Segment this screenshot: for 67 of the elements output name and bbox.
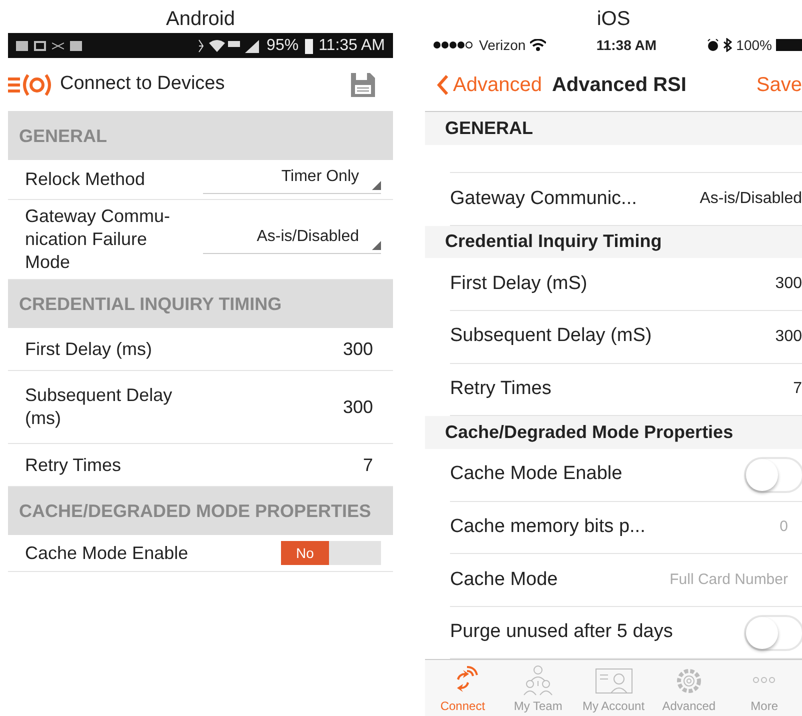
setting-label: Relock Method (25, 168, 146, 191)
battery-level: 100% (736, 36, 772, 55)
section-header: Credential Inquiry Timing (425, 226, 802, 258)
setting-value: 7 (362, 454, 373, 476)
setting-label: Subsequent Delay (ms) (25, 384, 174, 430)
setting-label: Subsequent Delay (mS) (450, 324, 652, 348)
setting-value: 300 (775, 274, 802, 294)
section-header: CREDENTIAL INQUIRY TIMING (8, 280, 393, 328)
bluetooth-icon (723, 38, 732, 52)
save-link[interactable]: Save (756, 70, 802, 100)
dropdown-arrow-icon (372, 241, 381, 250)
setting-value: 7 (793, 379, 802, 400)
dropdown-field[interactable]: Timer Only (203, 165, 381, 194)
tab-item[interactable]: Advanced (651, 660, 727, 716)
signal-dots-icon (433, 41, 475, 50)
setting-label: Gateway Commu-nication Failure Mode (25, 205, 172, 274)
setting-value: As-is/Disabled (700, 188, 802, 209)
signal-logo-icon (8, 72, 52, 98)
section-header: GENERAL (425, 112, 802, 146)
setting-label: Cache Mode (450, 568, 558, 592)
toggle-thumb: No (281, 541, 329, 565)
status-time: 11:35 AM (318, 36, 385, 56)
setting-label: First Delay (ms) (25, 338, 153, 360)
setting-value: Full Card Number (670, 570, 789, 590)
tab-item[interactable]: More (726, 660, 802, 716)
dropdown-arrow-icon (372, 181, 381, 190)
setting-value: 300 (342, 338, 373, 360)
dropdown-field[interactable]: As-is/Disabled (203, 225, 381, 254)
toggle-switch[interactable] (744, 456, 802, 493)
tab-item[interactable]: My Account (576, 660, 652, 716)
status-time: 11:38 AM (596, 36, 657, 55)
alarm-clock-icon (707, 39, 720, 52)
picture-icon (34, 40, 46, 50)
tab-item[interactable]: My Team (500, 660, 576, 716)
dropdown-value: Timer Only (281, 168, 359, 185)
setting-value: 300 (342, 396, 373, 418)
setting-value: 300 (775, 326, 802, 347)
carrier-name: Verizon (479, 36, 526, 55)
back-chevron-icon (437, 74, 449, 96)
setting-label: Retry Times (25, 454, 122, 476)
section-header: GENERAL (8, 112, 393, 160)
battery-level: 95% (266, 36, 299, 56)
setting-label: Cache Mode Enable (450, 462, 622, 486)
section-header: CACHE/DEGRADED MODE PROPERTIES (8, 487, 393, 535)
dropdown-value: As-is/Disabled (256, 228, 359, 245)
more-icon (753, 677, 776, 684)
back-link[interactable]: Advanced (437, 70, 542, 100)
platform-caption: Android (165, 7, 236, 32)
battery-icon (776, 39, 802, 52)
setting-value: 0 (780, 517, 789, 538)
setting-label: Retry Times (450, 377, 552, 402)
app-title: Connect to Devices (60, 72, 226, 96)
tab-item[interactable]: Connect (425, 660, 500, 716)
setting-label: Cache memory bits p... (450, 515, 646, 540)
setting-label: Cache Mode Enable (25, 542, 188, 564)
section-header: Cache/Degraded Mode Properties (425, 416, 802, 449)
nav-title: Advanced RSI (552, 72, 688, 98)
toggle-switch[interactable]: No (281, 541, 381, 565)
battery-icon (304, 38, 313, 54)
wifi-icon (530, 39, 546, 52)
platform-caption: iOS (596, 7, 632, 32)
team-icon (522, 665, 554, 697)
setting-label: First Delay (mS) (450, 272, 588, 296)
toggle-switch[interactable] (744, 614, 802, 651)
setting-label: Purge unused after 5 days (450, 620, 673, 644)
setting-label: Gateway Communic... (450, 186, 637, 210)
save-icon[interactable] (351, 72, 375, 96)
